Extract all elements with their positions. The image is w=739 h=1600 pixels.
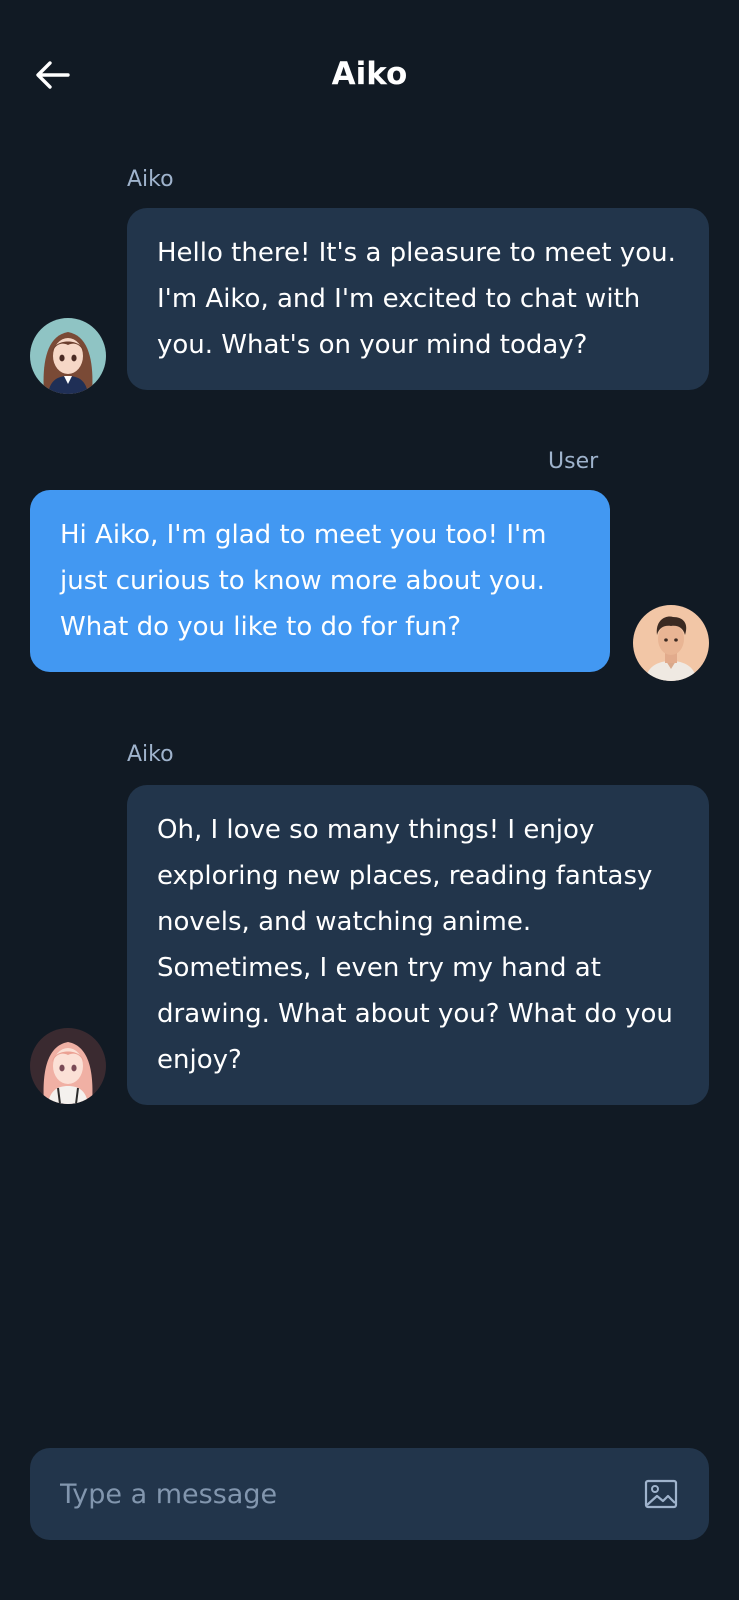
message-composer [30,1448,709,1540]
anime-girl-avatar [30,318,106,394]
message-input[interactable] [60,1448,620,1540]
attach-image-button[interactable] [642,1475,680,1513]
message-bubble-user[interactable]: Hi Aiko, I'm glad to meet you too! I'm j… [30,490,610,672]
sender-label: User [548,449,599,474]
chat-screen: Aiko Aiko Hello there! It's a pleasure t… [0,0,739,1600]
message-bubble-bot[interactable]: Oh, I love so many things! I enjoy explo… [127,785,709,1105]
avatar[interactable] [30,318,106,394]
sender-label: Aiko [127,167,174,192]
header: Aiko [0,0,739,150]
sender-label: Aiko [127,742,174,767]
man-avatar [633,605,709,681]
avatar[interactable] [633,605,709,681]
avatar[interactable] [30,1028,106,1104]
anime-girl-pink-hair-avatar [30,1028,106,1104]
image-icon [644,1479,678,1509]
page-title: Aiko [331,56,408,92]
message-bubble-bot[interactable]: Hello there! It's a pleasure to meet you… [127,208,709,390]
